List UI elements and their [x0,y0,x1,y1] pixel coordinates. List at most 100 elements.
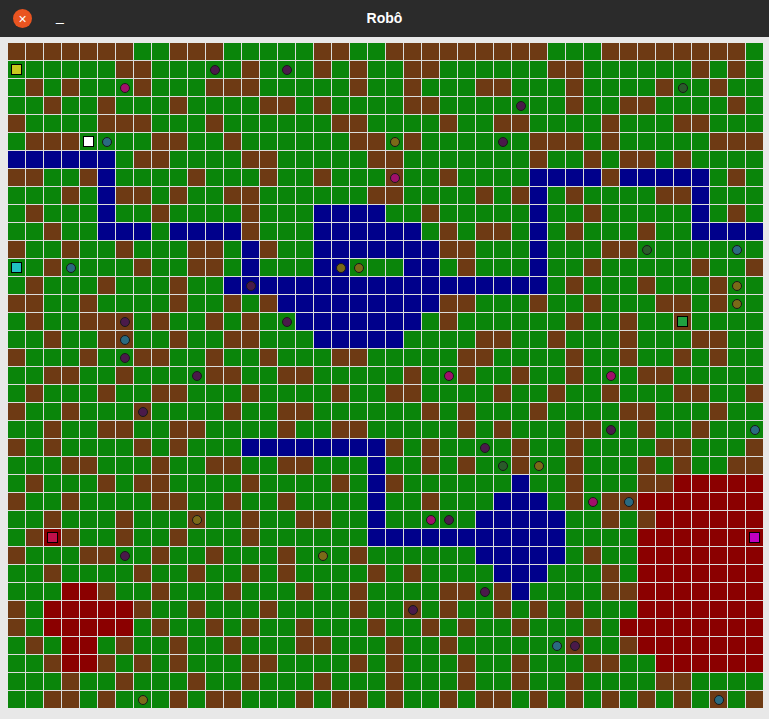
grid-cell [350,367,367,384]
grid-cell [62,565,79,582]
grid-cell [476,313,493,330]
grid-cell [584,457,601,474]
grid-cell [710,43,727,60]
grid-cell [26,547,43,564]
grid-cell [458,583,475,600]
grid-cell [8,367,25,384]
grid-cell [62,493,79,510]
item-circle [282,317,292,327]
grid-cell [8,133,25,150]
grid-cell [296,673,313,690]
grid-cell [656,223,673,240]
grid-cell [566,547,583,564]
grid-cell [62,169,79,186]
grid-cell [620,619,637,636]
grid-cell [440,151,457,168]
grid-cell [476,367,493,384]
grid-cell [746,637,763,654]
grid-cell [440,547,457,564]
grid-cell [476,655,493,672]
grid-cell [458,457,475,474]
grid-cell [62,547,79,564]
grid-cell [620,421,637,438]
grid-cell [206,439,223,456]
grid-cell [494,295,511,312]
grid-cell [710,601,727,618]
grid-cell [116,187,133,204]
grid-cell [368,313,385,330]
grid-cell [206,493,223,510]
grid-cell [638,241,655,258]
grid-cell [26,313,43,330]
grid-cell [8,349,25,366]
grid-cell [440,79,457,96]
grid-cell [8,439,25,456]
grid-cell [278,295,295,312]
grid-cell [728,511,745,528]
grid-cell [602,133,619,150]
grid-cell [710,403,727,420]
grid-cell [512,151,529,168]
grid-cell [350,421,367,438]
grid-cell [206,169,223,186]
close-button[interactable]: × [13,9,32,28]
grid-cell [188,619,205,636]
grid-cell [278,169,295,186]
grid-cell [278,133,295,150]
grid-cell [746,439,763,456]
grid-cell [206,691,223,708]
grid-cell [494,151,511,168]
grid-cell [422,673,439,690]
grid-cell [602,79,619,96]
grid-cell [170,565,187,582]
grid-cell [116,421,133,438]
item-circle [714,695,724,705]
grid-cell [476,115,493,132]
grid-cell [260,187,277,204]
grid-cell [404,259,421,276]
grid-cell [548,241,565,258]
grid-cell [242,583,259,600]
grid-cell [224,277,241,294]
grid-cell [8,475,25,492]
grid-cell [80,457,97,474]
grid-cell [278,43,295,60]
grid-cell [350,547,367,564]
grid-cell [152,547,169,564]
grid-cell [134,169,151,186]
grid-cell [224,619,241,636]
grid-cell [512,241,529,258]
grid-cell [512,421,529,438]
grid-cell [728,583,745,600]
grid-cell [206,79,223,96]
grid-cell [188,61,205,78]
grid-cell [368,295,385,312]
grid-cell [584,205,601,222]
grid-cell [350,151,367,168]
grid-cell [440,115,457,132]
grid-cell [206,187,223,204]
grid-cell [512,79,529,96]
item-circle [354,263,364,273]
grid-cell [368,403,385,420]
grid-cell [422,43,439,60]
grid-cell [296,367,313,384]
grid-cell [134,43,151,60]
grid-cell [314,79,331,96]
grid-cell [62,223,79,240]
grid-cell [638,457,655,474]
grid-cell [314,511,331,528]
grid-cell [332,403,349,420]
grid-cell [494,565,511,582]
grid-cell [170,475,187,492]
grid-cell [26,601,43,618]
grid-cell [224,331,241,348]
grid-cell [548,367,565,384]
grid-cell [80,331,97,348]
grid-cell [746,565,763,582]
grid-cell [8,691,25,708]
grid-cell [278,79,295,96]
grid-cell [512,295,529,312]
minimize-button[interactable]: _ [56,9,64,29]
grid-cell [746,457,763,474]
